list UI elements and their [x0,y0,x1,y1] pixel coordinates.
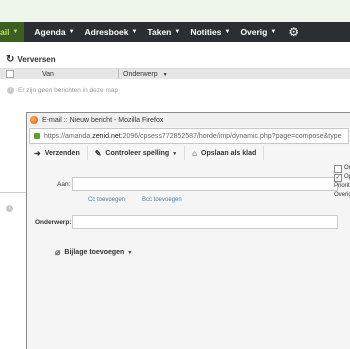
empty-list-message: i Er zijn geen berichten in deze map [7,87,118,94]
refresh-label: Verversen [17,55,56,64]
option-label: Op [344,174,350,180]
column-header-subject[interactable]: Onderwerp ▼ [123,71,168,78]
checkbox-checked[interactable]: ✓ [334,173,342,182]
chevron-down-icon: ▼ [224,29,231,35]
url-rest: :2096/cpsess772852587/horde/imp/dynamic.… [120,132,342,140]
gear-icon[interactable]: ⚙ [288,25,299,39]
nav-item-label: Notities [190,27,222,37]
nav-item-adresboek[interactable]: Adresboek ▼ [85,27,138,37]
info-icon: i [6,205,13,212]
save-draft-label: Opslaan als klad [201,150,257,157]
nav-item-mail-label: ail [0,27,10,37]
compose-window-title: E-mail :: Nieuw bericht - Mozilla Firefo… [42,116,164,124]
spellcheck-button[interactable]: ✎ Controleer spelling ▼ [88,146,186,161]
compose-options: Or ✓Op Priorit Overig [334,164,350,200]
compose-window-titlebar: E-mail :: Nieuw bericht - Mozilla Firefo… [27,113,350,127]
url-prefix: https://amanda. [44,132,93,140]
empty-list-text: Er zijn geen berichten in deze map [18,87,119,94]
info-icon: i [7,87,14,94]
option-label: Priorit [334,183,350,189]
select-all-checkbox[interactable] [6,70,14,78]
lock-icon [34,133,40,139]
send-arrow-icon: ➜ [34,149,41,158]
compose-window: E-mail :: Nieuw bericht - Mozilla Firefo… [26,112,350,349]
add-cc-link[interactable]: Cc toevoegen [88,197,125,203]
option-row[interactable]: Or [334,164,350,173]
chevron-down-icon: ▼ [131,29,138,35]
message-list-header: Van Onderwerp ▼ [0,69,350,79]
mail-toolbar: ↻ Verversen [0,51,350,69]
nav-item-agenda[interactable]: Agenda ▼ [34,27,74,37]
compose-form: Aan: Cc toevoegen Bcc toevoegen Onderwer… [27,160,350,349]
option-label: Overig [334,192,350,198]
nav-item-overig[interactable]: Overig ▼ [240,27,276,37]
nav-item-taken[interactable]: Taken ▼ [147,27,180,37]
option-row[interactable]: ✓Op [334,173,350,182]
top-strip [0,0,350,22]
main-navigation: ail ▼ Agenda ▼ Adresboek ▼ Taken ▼ Notit… [0,22,350,42]
spellcheck-label: Controleer spelling [105,150,170,157]
nav-item-notities[interactable]: Notities ▼ [190,27,230,37]
nav-item-label: Taken [147,27,172,37]
refresh-button[interactable]: ↻ Verversen [6,54,56,65]
subject-label: Onderwerp: [35,219,72,226]
nav-item-label: Agenda [34,27,66,37]
nav-item-mail[interactable]: ail ▼ [0,22,25,42]
paperclip-icon: ⌀ [55,247,61,257]
column-header-subject-label: Onderwerp [123,70,158,78]
chevron-down-icon: ▼ [68,29,75,35]
send-label: Verzenden [44,150,80,157]
add-attachment-label: Bijlage toevoegen [64,249,125,256]
nav-item-label: Adresboek [84,27,129,37]
send-button[interactable]: ➜ Verzenden [27,146,88,161]
chevron-down-icon: ▼ [12,29,19,35]
option-row: Priorit [334,182,350,191]
chevron-down-icon: ▼ [174,29,181,35]
url-domain: zenid.net [92,132,121,140]
checkbox[interactable] [334,164,342,173]
add-bcc-link[interactable]: Bcc toevoegen [142,197,182,203]
chevron-down-icon: ▼ [172,150,178,157]
option-label: Or [344,165,350,171]
to-field[interactable] [72,177,338,191]
to-label: Aan: [57,181,71,188]
chevron-down-icon: ▼ [270,29,277,35]
refresh-icon: ↻ [6,54,15,65]
chevron-down-icon: ▼ [162,71,168,78]
add-attachment-button[interactable]: ⌀ Bijlage toevoegen ▼ [55,247,132,258]
save-draft-icon: ⌂ [192,149,198,158]
firefox-icon [30,116,38,124]
address-bar[interactable]: https://amanda. zenid.net:2096/cpsess7728… [29,128,349,144]
option-row: Overig [334,191,350,200]
spellcheck-icon: ✎ [94,149,102,158]
chevron-down-icon: ▼ [127,249,133,256]
column-divider [118,69,119,79]
nav-item-label: Overig [240,27,268,37]
column-header-from[interactable]: Van [42,71,54,78]
save-draft-button[interactable]: ⌂ Opslaan als klad [185,146,265,161]
subject-field[interactable] [72,215,338,229]
divider [0,192,26,193]
